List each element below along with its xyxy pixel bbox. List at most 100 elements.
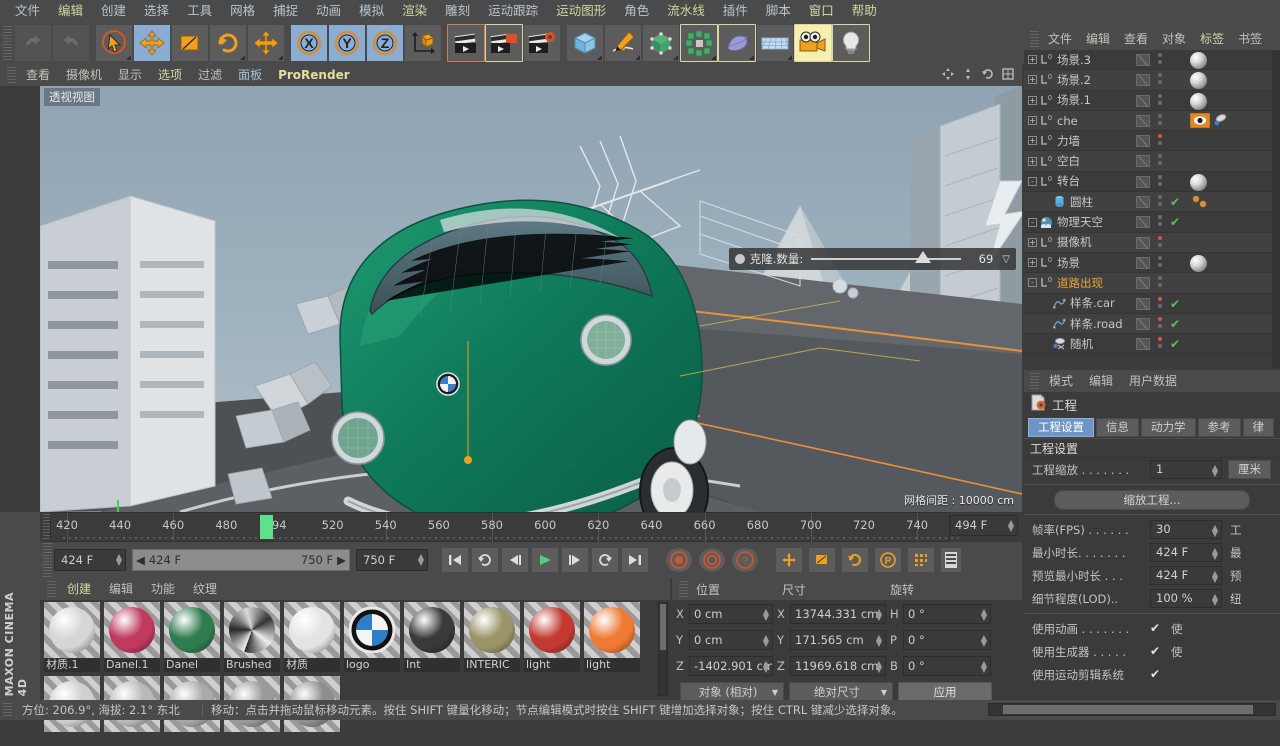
- dynamics-tag-icon[interactable]: [1190, 194, 1212, 213]
- object-menu-0[interactable]: 文件: [1041, 28, 1079, 50]
- object-menu-1[interactable]: 编辑: [1079, 28, 1117, 50]
- editor-visibility-dot[interactable]: [1158, 255, 1162, 260]
- render-visibility-dot[interactable]: [1158, 120, 1162, 125]
- visibility-dots[interactable]: [1158, 154, 1162, 168]
- rotation-key-button[interactable]: [841, 547, 869, 573]
- material-tag-icon[interactable]: [1190, 52, 1207, 69]
- play-button[interactable]: [531, 547, 559, 573]
- expand-icon[interactable]: +: [1028, 156, 1037, 166]
- attribute-field[interactable]: 424 F ▲ ▼: [1150, 543, 1222, 562]
- object-layer-swatch[interactable]: [1136, 297, 1150, 310]
- object-row[interactable]: - 物理天空 ✔: [1024, 212, 1280, 233]
- visibility-dots[interactable]: [1158, 215, 1162, 229]
- object-menu-5[interactable]: 书签: [1231, 28, 1269, 50]
- render-visibility-dot[interactable]: [1158, 344, 1162, 349]
- axis-move-icon[interactable]: [247, 24, 285, 62]
- enable-check-icon[interactable]: ✔: [1170, 297, 1180, 311]
- menu-item-3[interactable]: 选择: [135, 0, 178, 22]
- render-visibility-dot[interactable]: [1158, 283, 1162, 288]
- range-start-field[interactable]: 424 F ▲ ▼: [54, 549, 126, 571]
- material-tag-icon[interactable]: [1190, 173, 1207, 191]
- viewport-menu-0[interactable]: 查看: [18, 64, 58, 86]
- visibility-dots[interactable]: [1158, 93, 1162, 108]
- material-scroll-thumb[interactable]: [660, 604, 666, 650]
- object-menu-4[interactable]: 标签: [1193, 28, 1231, 50]
- range-left-arrow[interactable]: ◀: [136, 553, 145, 567]
- display-tag-icon[interactable]: [1189, 112, 1211, 131]
- viewport-menu-3[interactable]: 选项: [150, 64, 190, 86]
- object-row[interactable]: +0 空白: [1024, 151, 1280, 172]
- editor-visibility-dot[interactable]: [1158, 174, 1162, 179]
- editor-visibility-dot[interactable]: [1158, 296, 1162, 301]
- object-row[interactable]: +0 力墙: [1024, 131, 1280, 152]
- horizontal-scrollbar[interactable]: [988, 703, 1276, 716]
- viewport-menu-4[interactable]: 过滤: [190, 64, 230, 86]
- render-visibility-dot[interactable]: [1158, 141, 1162, 146]
- expand-icon[interactable]: +: [1028, 55, 1037, 65]
- material-tag-icon[interactable]: [1190, 254, 1207, 272]
- attribute-checkbox[interactable]: ✔: [1150, 668, 1163, 681]
- material-menu-0[interactable]: 创建: [58, 578, 100, 600]
- object-layer-swatch[interactable]: [1136, 196, 1150, 209]
- menu-item-0[interactable]: 文件: [6, 0, 49, 22]
- coord-field-position[interactable]: 0 cm ▲ ▼: [689, 604, 773, 624]
- spinner-icon[interactable]: ▲ ▼: [116, 553, 122, 567]
- autokey-button[interactable]: [698, 547, 726, 573]
- menu-item-14[interactable]: 流水线: [658, 0, 714, 22]
- object-row[interactable]: +0 场景.1: [1024, 90, 1280, 111]
- go-to-end-button[interactable]: [621, 547, 649, 573]
- render-settings-icon[interactable]: [523, 24, 561, 62]
- material-menu-1[interactable]: 编辑: [100, 578, 142, 600]
- deformer-icon[interactable]: [718, 24, 756, 62]
- redo-icon[interactable]: [52, 24, 90, 62]
- spinner-icon[interactable]: ▲ ▼: [1212, 593, 1218, 607]
- world-coordinate-icon[interactable]: [404, 24, 442, 62]
- menu-item-12[interactable]: 运动图形: [547, 0, 615, 22]
- scale-key-button[interactable]: [808, 547, 836, 573]
- unit-select[interactable]: 厘米: [1228, 460, 1271, 479]
- menu-item-11[interactable]: 运动跟踪: [479, 0, 547, 22]
- expand-icon[interactable]: +: [1028, 136, 1037, 146]
- current-frame-field[interactable]: 494 F ▲ ▼: [950, 515, 1018, 536]
- object-layer-swatch[interactable]: [1136, 216, 1150, 229]
- attribute-field[interactable]: 100 % ▲ ▼: [1150, 589, 1222, 608]
- object-menu-3[interactable]: 对象: [1155, 28, 1193, 50]
- object-layer-swatch[interactable]: [1136, 338, 1150, 351]
- menu-item-9[interactable]: 渲染: [393, 0, 436, 22]
- light-icon[interactable]: [832, 24, 870, 62]
- play-backward-button[interactable]: [471, 547, 499, 573]
- visibility-dots[interactable]: [1158, 134, 1162, 148]
- move-icon[interactable]: [133, 24, 171, 62]
- object-layer-swatch[interactable]: [1136, 54, 1150, 66]
- timeline-ruler[interactable]: 420 440 460 480 494 520 540 560 580 600 620 640 660 6…: [50, 512, 961, 543]
- enable-check-icon[interactable]: ✔: [1170, 337, 1180, 351]
- editor-visibility-dot[interactable]: [1158, 53, 1162, 57]
- collapse-icon[interactable]: -: [1028, 176, 1037, 186]
- attribute-menu-1[interactable]: 编辑: [1081, 370, 1121, 392]
- render-visibility-dot[interactable]: [1158, 60, 1162, 64]
- material-scrollbar[interactable]: [658, 602, 668, 696]
- visibility-dots[interactable]: [1158, 174, 1162, 189]
- menu-item-16[interactable]: 脚本: [757, 0, 800, 22]
- enable-check-icon[interactable]: ✔: [1170, 195, 1180, 209]
- cube-primitive-icon[interactable]: [566, 24, 604, 62]
- expand-icon[interactable]: +: [1028, 116, 1037, 126]
- viewport-menu-6[interactable]: ProRender: [270, 64, 358, 86]
- spinner-icon[interactable]: ▲ ▼: [981, 608, 987, 622]
- spinner-icon[interactable]: ▲ ▼: [876, 660, 882, 674]
- editor-visibility-dot[interactable]: [1158, 276, 1162, 281]
- mograph-cloner-icon[interactable]: [680, 24, 718, 62]
- rotate-icon[interactable]: [209, 24, 247, 62]
- menu-item-4[interactable]: 工具: [178, 0, 221, 22]
- viewport-3d-canvas[interactable]: 透视视图 克隆.数量: 69 ▽ 网格间距 : 10000 cm: [40, 86, 1022, 512]
- material-menu-2[interactable]: 功能: [142, 578, 184, 600]
- hud-handle-dot[interactable]: [734, 254, 745, 264]
- expand-icon[interactable]: +: [1028, 258, 1037, 268]
- coordinates-grip[interactable]: [679, 581, 688, 597]
- enable-check-icon[interactable]: ✔: [1170, 317, 1180, 331]
- viewport-menu-2[interactable]: 显示: [110, 64, 150, 86]
- menu-item-5[interactable]: 网格: [221, 0, 264, 22]
- expand-icon[interactable]: +: [1028, 95, 1037, 105]
- menu-item-2[interactable]: 创建: [92, 0, 135, 22]
- attribute-tab-2[interactable]: 动力学: [1141, 417, 1196, 437]
